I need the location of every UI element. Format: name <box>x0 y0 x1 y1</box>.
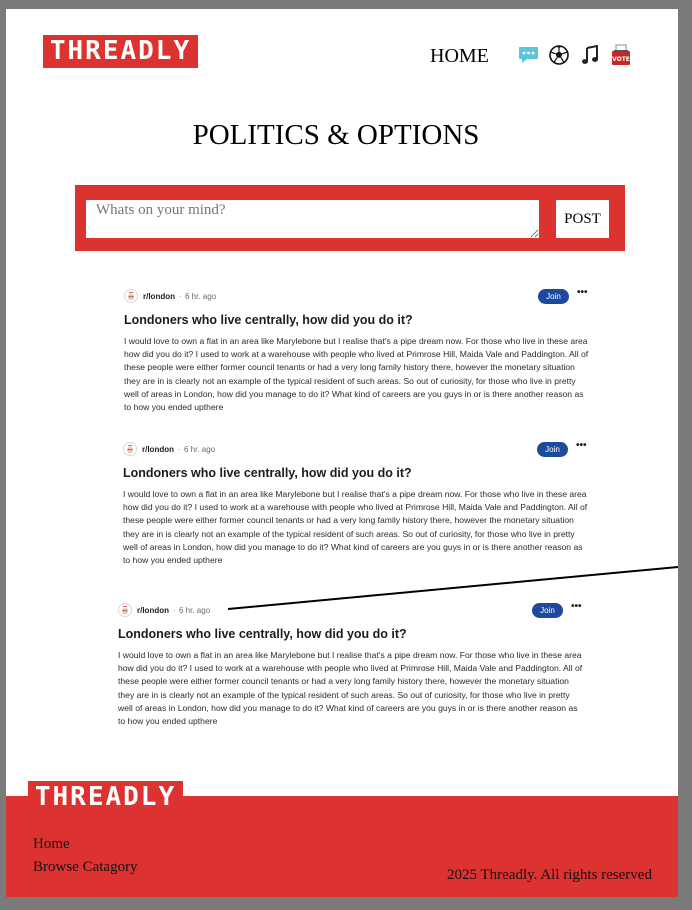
footer-link-home[interactable]: Home <box>33 836 70 853</box>
site-footer: THREADLY Home Browse Catagory 2025 Threa… <box>6 781 678 897</box>
footer-threadly-logo[interactable]: THREADLY <box>28 781 183 814</box>
footer-link-browse-category[interactable]: Browse Catagory <box>33 859 138 876</box>
copyright-text: 2025 Threadly. All rights reserved <box>447 867 652 883</box>
page: THREADLY HOME VOTE POLITICS & OPTIONS Wh… <box>6 9 678 897</box>
annotation-line <box>227 566 678 610</box>
